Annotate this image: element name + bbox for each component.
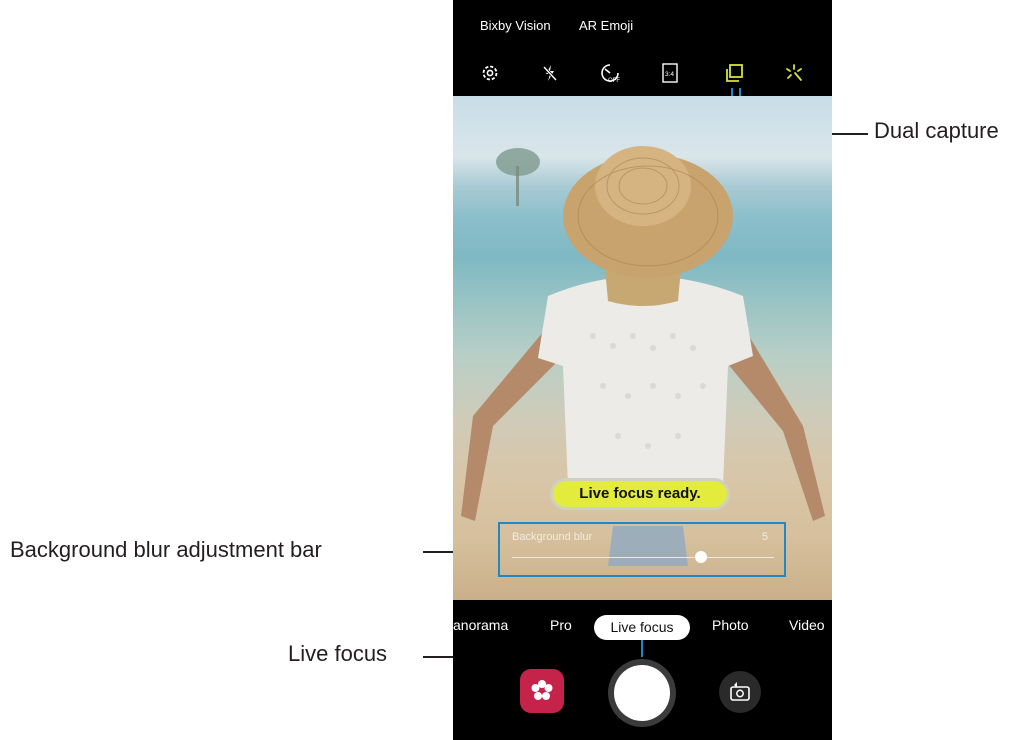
bixby-vision-button[interactable]: Bixby Vision [480,18,551,33]
blur-slider-thumb[interactable] [694,551,707,563]
gear-icon [482,65,498,81]
aspect-ratio-label: 3:4 [665,71,674,78]
camera-screen: Bixby Vision AR Emoji OFF 3:4 Live focus… [453,0,832,740]
quick-settings-bar: OFF 3:4 [453,58,832,88]
bixby-vision-shortcut[interactable] [520,669,564,713]
aspect-ratio-button[interactable]: 3:4 [655,58,685,88]
background-blur-adjustment-bar[interactable]: Background blur 5 [498,522,786,577]
settings-button[interactable] [475,58,505,88]
switch-camera-icon [730,682,750,701]
timer-off-icon: OFF [601,64,620,84]
switch-camera-button[interactable] [719,671,761,713]
live-focus-highlight-line [641,640,643,657]
background-blur-label: Background blur [512,531,593,543]
filter-sparkle-icon [786,64,802,81]
background-blur-value: 5 [761,531,768,543]
ar-emoji-button[interactable]: AR Emoji [579,18,633,33]
camera-viewfinder[interactable]: Live focus ready. Background blur 5 [453,96,832,600]
filter-button[interactable] [779,58,809,88]
mode-video[interactable]: Video [789,617,825,633]
callout-dual-capture: Dual capture [874,118,999,143]
callout-dual-capture-line [832,133,868,135]
live-focus-status-pill: Live focus ready. [550,478,730,510]
mode-live-focus[interactable]: Live focus [594,615,690,640]
top-menu: Bixby Vision AR Emoji [453,14,832,42]
blur-slider-track[interactable] [512,551,774,563]
bixby-flower-icon [531,680,553,700]
dual-capture-icon [726,64,743,82]
flash-button[interactable] [535,58,565,88]
flash-off-icon [542,65,558,82]
timer-off-label: OFF [608,78,620,84]
shutter-inner [614,665,670,721]
mode-photo[interactable]: Photo [712,617,749,633]
aspect-ratio-icon: 3:4 [662,63,678,83]
callout-live-focus: Live focus [288,641,388,666]
mode-panorama[interactable]: anorama [453,617,508,633]
dual-capture-button[interactable] [719,58,749,88]
mode-selector: anorama Pro Live focus Photo Video [453,612,832,642]
mode-pro[interactable]: Pro [550,617,572,633]
shutter-button[interactable] [608,659,676,727]
timer-button[interactable]: OFF [595,58,625,88]
callout-blur-bar: Background blur adjustment bar [10,537,322,562]
